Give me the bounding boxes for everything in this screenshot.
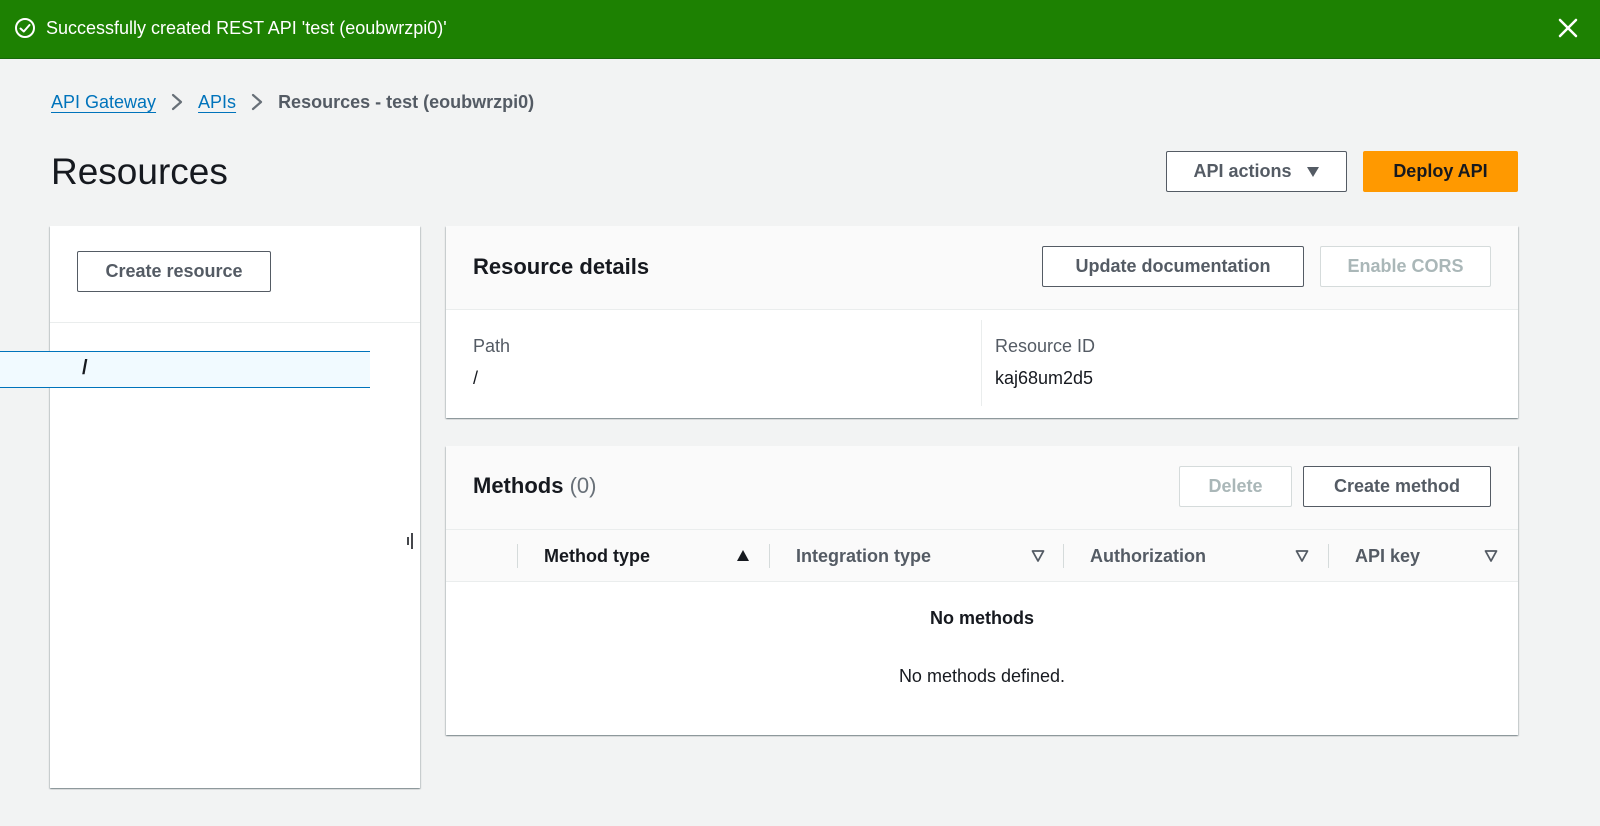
sort-ascending-icon[interactable] (736, 549, 750, 563)
column-separator (1328, 544, 1329, 568)
resize-handle-icon[interactable] (405, 532, 415, 550)
column-separator (517, 544, 518, 568)
page-title: Resources (51, 151, 228, 192)
api-actions-dropdown[interactable]: API actions (1166, 151, 1347, 192)
resource-tree-item-root[interactable] (0, 351, 370, 388)
create-resource-button[interactable]: Create resource (77, 251, 271, 292)
methods-title: Methods (0) (473, 473, 596, 499)
resource-id-label: Resource ID (995, 336, 1096, 356)
breadcrumb: API Gateway APIs Resources - test (eoubw… (51, 89, 534, 115)
sort-icon[interactable] (1295, 549, 1309, 563)
resource-tree-panel (50, 226, 420, 788)
flash-message: Successfully created REST API 'test (eou… (46, 18, 447, 38)
update-documentation-button[interactable]: Update documentation (1042, 246, 1304, 287)
empty-state-text: No methods defined. (898, 666, 1066, 686)
breadcrumb-link-api-gateway[interactable]: API Gateway (51, 92, 156, 113)
enable-cors-button[interactable]: Enable CORS (1320, 246, 1491, 287)
resource-id-value: kaj68um2d5 (995, 368, 1094, 388)
methods-table-header: Method type Integration type Authorizati… (446, 530, 1518, 582)
close-icon[interactable] (1556, 16, 1580, 40)
breadcrumb-link-apis[interactable]: APIs (198, 92, 236, 113)
resource-details-title: Resource details (473, 254, 650, 279)
sort-icon[interactable] (1484, 549, 1498, 563)
column-header-api-key[interactable]: API key (1355, 530, 1420, 582)
column-header-authorization[interactable]: Authorization (1090, 530, 1206, 582)
column-header-integration-type[interactable]: Integration type (796, 530, 931, 582)
resource-tree-item-label: / (82, 357, 88, 379)
create-method-button[interactable]: Create method (1303, 466, 1491, 507)
column-header-method-type[interactable]: Method type (544, 530, 650, 582)
chevron-right-icon (251, 93, 263, 111)
delete-method-button[interactable]: Delete (1179, 466, 1292, 507)
api-actions-label: API actions (1193, 161, 1292, 181)
success-flash-banner: Successfully created REST API 'test (eou… (0, 0, 1600, 59)
sort-icon[interactable] (1031, 549, 1045, 563)
methods-title-text: Methods (473, 473, 564, 498)
deploy-api-button[interactable]: Deploy API (1363, 151, 1518, 192)
breadcrumb-current: Resources - test (eoubwrzpi0) (278, 91, 535, 112)
caret-down-icon (1306, 166, 1319, 177)
check-circle-icon (15, 18, 35, 38)
empty-state-title: No methods (929, 608, 1034, 628)
path-label: Path (473, 336, 511, 356)
chevron-right-icon (171, 93, 183, 111)
path-value: / (473, 368, 479, 388)
column-separator (1063, 544, 1064, 568)
details-column-divider (981, 320, 982, 406)
column-separator (769, 544, 770, 568)
methods-count: (0) (569, 473, 597, 498)
